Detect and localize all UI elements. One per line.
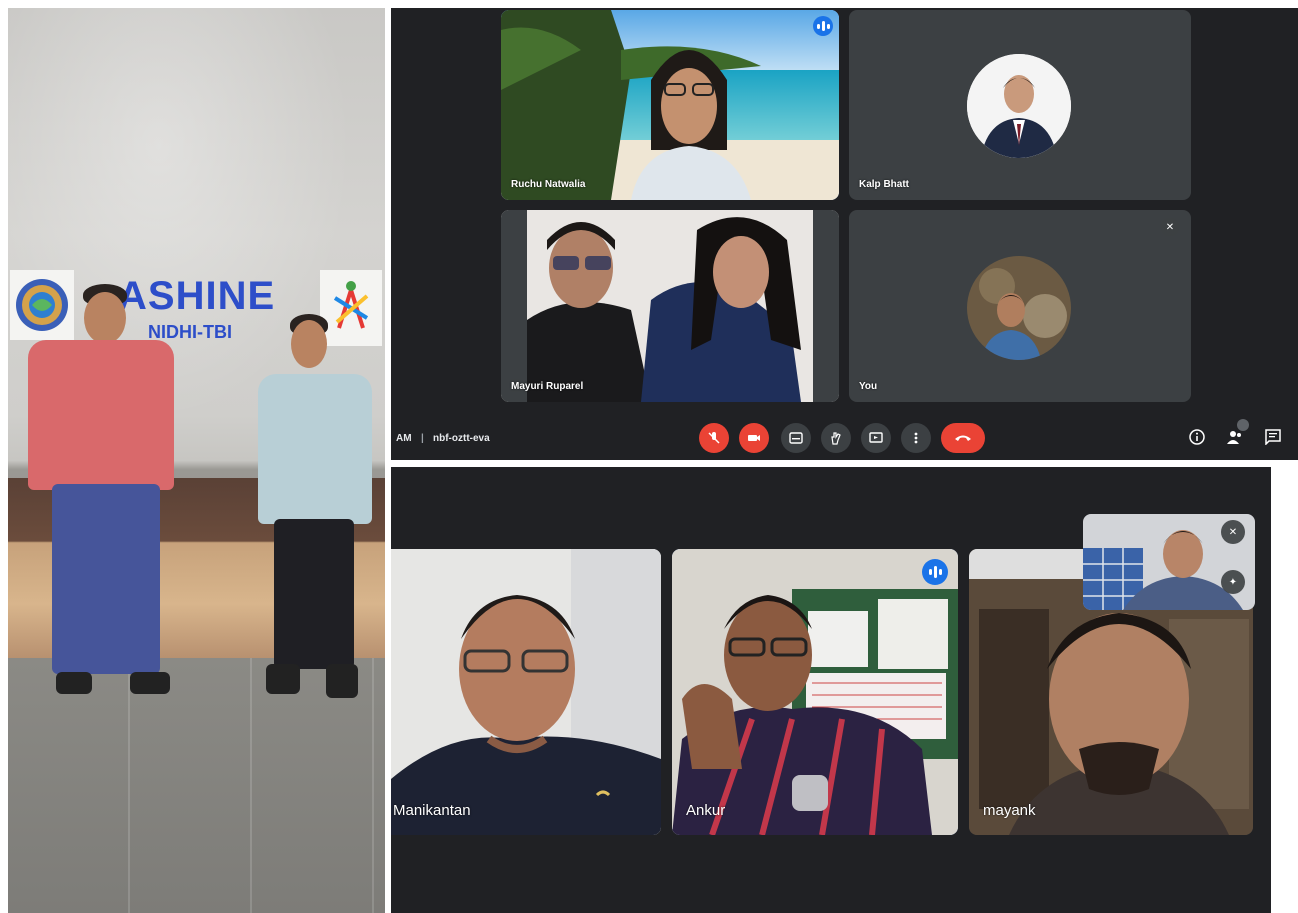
page-edge (1271, 467, 1298, 913)
section-divider (391, 460, 1298, 467)
profile-photo (967, 256, 1071, 360)
people-button[interactable] (1227, 429, 1243, 449)
participant-tile[interactable]: Mayuri Ruparel (501, 210, 839, 402)
participant-tile[interactable]: Kalp Bhatt (849, 10, 1191, 200)
participant-name: You (859, 381, 878, 392)
meeting-details-button[interactable] (1189, 429, 1205, 449)
participant-name: Mayuri Ruparel (511, 381, 584, 392)
more-options-button[interactable] (901, 423, 931, 453)
more-vertical-icon (914, 432, 918, 444)
self-view-tile[interactable]: ✕ ✦ (1083, 514, 1255, 610)
call-control-bar: AM | nbf-oztt-eva (391, 413, 1298, 460)
mic-toggle-button[interactable] (699, 423, 729, 453)
profile-photo (967, 54, 1071, 158)
participant-video (391, 549, 661, 835)
speaking-indicator-icon (813, 16, 833, 36)
participant-name: mayank (983, 802, 1036, 819)
speaking-indicator-icon (922, 559, 948, 585)
chat-button[interactable] (1265, 429, 1281, 449)
present-icon (869, 432, 883, 443)
self-view-mic-off-icon: ✕ (1221, 520, 1245, 544)
participant-video (672, 549, 958, 835)
participant-tile[interactable]: Manikantan (391, 549, 661, 835)
participant-tile[interactable]: ✕ You (849, 210, 1191, 402)
beach-background (501, 10, 839, 200)
camera-off-icon (748, 435, 760, 441)
participant-tile[interactable]: Ruchu Natwalia (501, 10, 839, 200)
captions-button[interactable] (781, 423, 811, 453)
hand-icon (831, 432, 841, 445)
info-icon (1189, 429, 1205, 445)
person-blue-tshirt (256, 314, 385, 714)
camera-toggle-button[interactable] (739, 423, 769, 453)
group-photo: ASHINE NIDHI-TBI (8, 8, 385, 913)
raise-hand-button[interactable] (821, 423, 851, 453)
hang-up-icon (955, 435, 971, 441)
chat-icon (1265, 429, 1281, 446)
effects-icon[interactable]: ✦ (1221, 570, 1245, 594)
avatar (967, 256, 1071, 360)
participant-name: Kalp Bhatt (859, 179, 909, 190)
meeting-window-top: Ruchu Natwalia Kalp Bhatt Mayuri Ruparel… (391, 8, 1298, 460)
participant-tile[interactable]: Ankur (672, 549, 958, 835)
present-screen-button[interactable] (861, 423, 891, 453)
people-icon (1227, 431, 1241, 444)
participant-name: Ankur (686, 802, 726, 819)
mic-off-icon (708, 432, 720, 444)
avatar (967, 54, 1071, 158)
mic-off-icon: ✕ (1161, 218, 1179, 236)
meeting-window-bottom: Manikantan Ankur mayank ✕ ✦ (391, 467, 1271, 913)
person-red-shirt (26, 284, 176, 704)
meeting-code: nbf-oztt-eva (433, 433, 490, 444)
captions-icon (789, 432, 803, 444)
people-count-badge (1237, 419, 1249, 431)
meeting-code-divider: | (421, 433, 424, 444)
participant-video (501, 210, 839, 402)
meeting-time: AM (396, 433, 412, 444)
end-call-button[interactable] (941, 423, 985, 453)
participant-name: Manikantan (393, 802, 471, 819)
participant-name: Ruchu Natwalia (511, 179, 586, 190)
